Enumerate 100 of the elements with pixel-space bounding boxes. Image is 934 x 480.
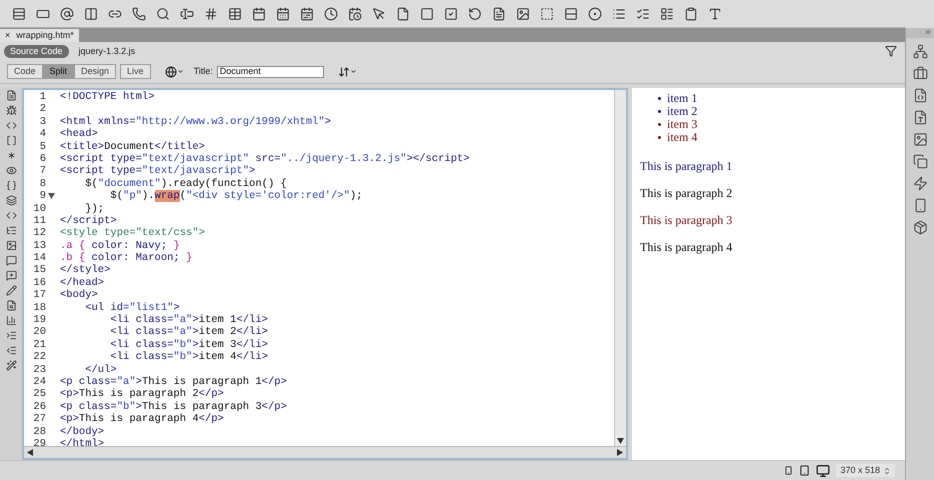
rows-icon[interactable]	[12, 6, 26, 20]
phone-icon[interactable]	[132, 6, 146, 20]
bug-icon[interactable]	[6, 105, 16, 116]
collapse-icon[interactable]	[924, 28, 932, 36]
rows-icon[interactable]	[564, 6, 578, 20]
undo-icon[interactable]	[468, 6, 482, 20]
globe-button[interactable]	[164, 66, 184, 78]
line-number: 8	[38, 178, 46, 190]
paragraph: This is paragraph 3	[640, 213, 732, 227]
sitemap-icon[interactable]	[912, 44, 928, 59]
phone-size-icon[interactable]	[784, 466, 794, 475]
code-icon[interactable]	[6, 120, 16, 131]
line-number: 2	[38, 103, 46, 116]
close-tab-button[interactable]: ×	[5, 28, 10, 42]
table-icon[interactable]	[228, 6, 242, 20]
line-number: 10	[32, 202, 46, 215]
brackets-icon[interactable]	[6, 135, 16, 146]
lightning-icon[interactable]	[912, 176, 928, 191]
globe-icon	[164, 66, 177, 78]
filter-icon[interactable]	[885, 45, 897, 57]
comment-add-icon[interactable]	[6, 270, 16, 281]
code-line: </ul>	[84, 364, 117, 376]
horizontal-scrollbar[interactable]	[24, 446, 626, 458]
tree-icon[interactable]	[6, 225, 16, 236]
code-line: <ul id="list1">	[84, 302, 180, 314]
file-icon[interactable]	[396, 6, 410, 20]
view-button[interactable]: Design	[74, 64, 116, 79]
code-line: <!DOCTYPE html>	[59, 91, 155, 104]
wand-icon[interactable]	[6, 360, 16, 371]
layers-icon[interactable]	[6, 195, 16, 206]
layout-list-icon[interactable]	[660, 6, 674, 20]
desktop-size-icon[interactable]	[816, 464, 830, 478]
document-icon[interactable]	[6, 90, 16, 101]
braces-icon[interactable]	[6, 180, 16, 191]
image-icon[interactable]	[912, 132, 928, 147]
css-file-icon[interactable]	[912, 110, 928, 125]
related-file-tab[interactable]: Source Code	[4, 44, 69, 58]
indent-icon[interactable]	[6, 330, 16, 341]
view-button[interactable]: Code	[7, 64, 43, 79]
document-tab[interactable]: × wrapping.htm*	[0, 29, 79, 42]
code-file-icon[interactable]	[912, 88, 928, 103]
calendar-range-icon[interactable]	[300, 6, 314, 20]
scroll-left-icon[interactable]	[27, 449, 33, 456]
scroll-down-icon[interactable]	[617, 438, 624, 444]
line-number: 25	[32, 388, 46, 401]
title-field[interactable]: Document	[216, 66, 324, 78]
file-search-icon[interactable]	[6, 300, 16, 311]
image-icon[interactable]	[516, 6, 530, 20]
line-number: 11	[32, 214, 46, 228]
paragraph: This is paragraph 1	[640, 159, 732, 173]
text-input-icon[interactable]	[180, 6, 194, 20]
phone-icon[interactable]	[912, 198, 928, 213]
calendar-clock-icon[interactable]	[348, 6, 362, 20]
checkbox-icon[interactable]	[444, 6, 458, 20]
window-size-field[interactable]: 370 x 518	[836, 464, 895, 477]
square-icon[interactable]	[420, 6, 434, 20]
view-button[interactable]: Live	[120, 64, 151, 79]
pencil-icon[interactable]	[6, 285, 16, 296]
briefcase-icon[interactable]	[912, 66, 928, 81]
search-icon[interactable]	[156, 6, 170, 20]
package-icon[interactable]	[912, 220, 928, 235]
calendar-days-icon[interactable]	[276, 6, 290, 20]
line-number: 12	[32, 227, 46, 240]
document-icon[interactable]	[492, 6, 506, 20]
code-line: });	[84, 202, 104, 215]
dashed-square-icon[interactable]	[540, 6, 554, 20]
scroll-right-icon[interactable]	[617, 449, 623, 456]
copy-icon[interactable]	[912, 154, 928, 169]
code-icon[interactable]	[6, 210, 16, 221]
clipboard-icon[interactable]	[684, 6, 698, 20]
at-sign-icon[interactable]	[60, 6, 74, 20]
line-number: 19	[32, 314, 46, 326]
calendar-icon[interactable]	[252, 6, 266, 20]
radio-icon[interactable]	[588, 6, 602, 20]
line-number: 9	[38, 190, 46, 203]
code-line: </style>	[59, 264, 110, 277]
comment-icon[interactable]	[6, 255, 16, 266]
outdent-icon[interactable]	[6, 345, 16, 356]
code-line: <p class="b">This is paragraph 3</p>	[59, 400, 287, 413]
vertical-scrollbar[interactable]	[614, 90, 626, 446]
text-icon[interactable]	[708, 6, 722, 20]
fold-arrow-icon[interactable]	[48, 193, 55, 200]
code-line: $("document").ready(function() {	[84, 178, 287, 190]
sort-button[interactable]	[338, 66, 357, 78]
eye-icon[interactable]	[6, 165, 16, 176]
code-line: <li class="b">item 4</li>	[109, 351, 268, 364]
columns-icon[interactable]	[84, 6, 98, 20]
chart-icon[interactable]	[6, 315, 16, 326]
view-button[interactable]: Split	[42, 64, 74, 79]
number-field-icon[interactable]	[204, 6, 218, 20]
tablet-size-icon[interactable]	[799, 465, 810, 476]
checklist-icon[interactable]	[636, 6, 650, 20]
code-line: <p class="a">This is paragraph 1</p>	[59, 376, 287, 388]
clock-icon[interactable]	[324, 6, 338, 20]
image-icon[interactable]	[6, 240, 16, 251]
related-file-tab[interactable]: jquery-1.3.2.js	[76, 44, 138, 58]
asterisk-icon[interactable]	[6, 150, 16, 161]
pointer-icon[interactable]	[372, 6, 386, 20]
list-item: item 1	[667, 92, 698, 105]
code-line: <li class="a">item 1</li>	[109, 314, 268, 326]
